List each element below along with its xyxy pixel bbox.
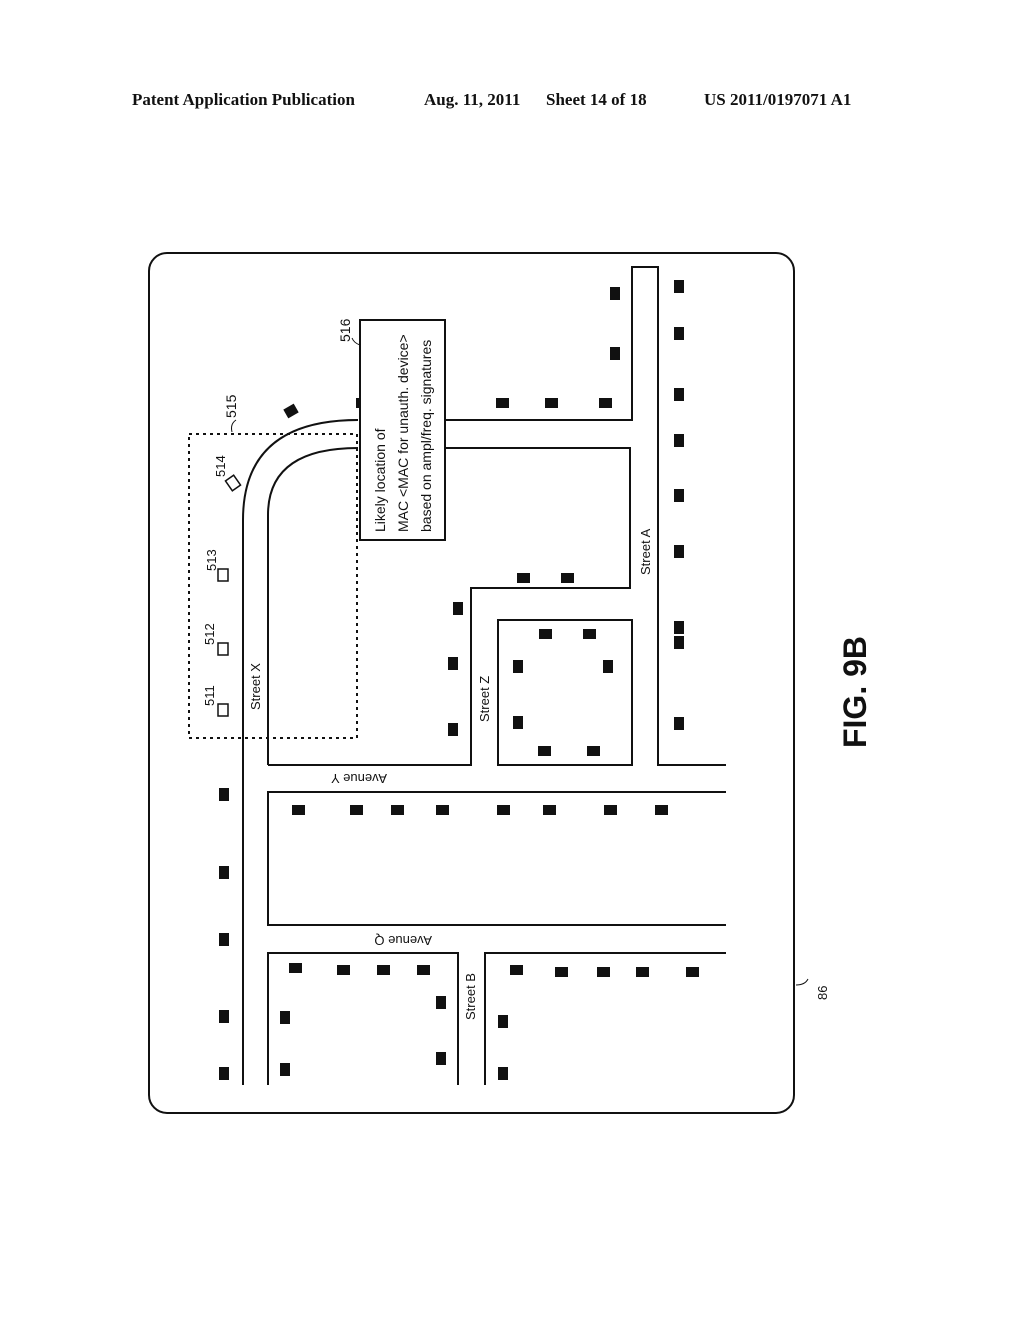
building-marker [561, 573, 574, 583]
building-marker [686, 967, 699, 977]
building-marker [377, 965, 390, 975]
sensor-512 [217, 642, 229, 656]
building-marker [599, 398, 612, 408]
building-marker [543, 805, 556, 815]
building-marker [539, 629, 552, 639]
avenue-q-label: Avenue Q [374, 933, 432, 948]
building-marker [610, 287, 620, 300]
building-marker [498, 1015, 508, 1028]
callout-line-1: Likely location of [372, 428, 388, 532]
map-figure: 515 516 Likely location of MAC <MAC for … [148, 252, 873, 1114]
callout-516-leader [351, 337, 361, 346]
building-marker [219, 1067, 229, 1080]
building-marker [597, 967, 610, 977]
building-marker [674, 636, 684, 649]
building-marker [674, 280, 684, 293]
building-marker [496, 398, 509, 408]
building-marker [219, 866, 229, 879]
building-marker [583, 629, 596, 639]
building-marker [356, 398, 360, 408]
sensor-512-label: 512 [202, 623, 217, 645]
building-marker [289, 963, 302, 973]
figure-label: FIG. 9B [837, 636, 873, 748]
building-marker [219, 788, 229, 801]
callout-line-2: MAC <MAC for unauth. device> [395, 334, 411, 532]
building-marker [674, 621, 684, 634]
building-marker [636, 967, 649, 977]
street-x-inner-edge [267, 447, 359, 765]
building-marker [436, 805, 449, 815]
building-marker [510, 965, 523, 975]
building-marker [545, 398, 558, 408]
building-marker [604, 805, 617, 815]
building-marker [391, 805, 404, 815]
frame-86-label: 86 [815, 986, 830, 1000]
building-marker [453, 602, 463, 615]
sensor-514-label: 514 [213, 455, 228, 477]
building-marker [350, 805, 363, 815]
building-marker [674, 717, 684, 730]
building-marker [587, 746, 600, 756]
sensor-513-label: 513 [204, 549, 219, 571]
sensor-511-label: 511 [202, 685, 217, 706]
building-marker [517, 573, 530, 583]
building-marker [674, 388, 684, 401]
building-marker [292, 805, 305, 815]
building-marker [674, 434, 684, 447]
building-marker [219, 1010, 229, 1023]
building-marker [513, 716, 523, 729]
building-marker [417, 965, 430, 975]
building-marker [280, 1011, 290, 1024]
building-marker [219, 933, 229, 946]
street-a-label: Street A [638, 528, 653, 575]
zone-515-label: 515 [223, 394, 239, 418]
building-marker [655, 805, 668, 815]
block-z [497, 619, 633, 766]
building-marker [448, 657, 458, 670]
building-marker [555, 967, 568, 977]
building-marker [448, 723, 458, 736]
street-x-label: Street X [248, 663, 263, 710]
avenue-y-label: Avenue Y [331, 771, 387, 786]
building-marker [436, 996, 446, 1009]
building-marker [674, 327, 684, 340]
block-upper-left [268, 447, 631, 766]
street-x-outer-edge [242, 419, 359, 1085]
building-marker [674, 545, 684, 558]
building-marker [280, 1063, 290, 1076]
building-marker [436, 1052, 446, 1065]
zone-515-leader [231, 419, 237, 433]
sensor-511 [217, 703, 229, 717]
building-marker [513, 660, 523, 673]
building-marker [498, 1067, 508, 1080]
frame-86-leader [795, 978, 809, 986]
building-marker [610, 347, 620, 360]
callout-516-label: 516 [337, 318, 353, 342]
building-marker [674, 489, 684, 502]
building-marker [283, 403, 299, 419]
building-marker [497, 805, 510, 815]
building-marker [337, 965, 350, 975]
building-marker [538, 746, 551, 756]
street-z-label: Street Z [477, 676, 492, 722]
building-marker [603, 660, 613, 673]
street-b-label: Street B [463, 973, 478, 1020]
callout-line-3: based on ampl/freq. signatures [418, 340, 434, 532]
sensor-513 [217, 568, 229, 582]
